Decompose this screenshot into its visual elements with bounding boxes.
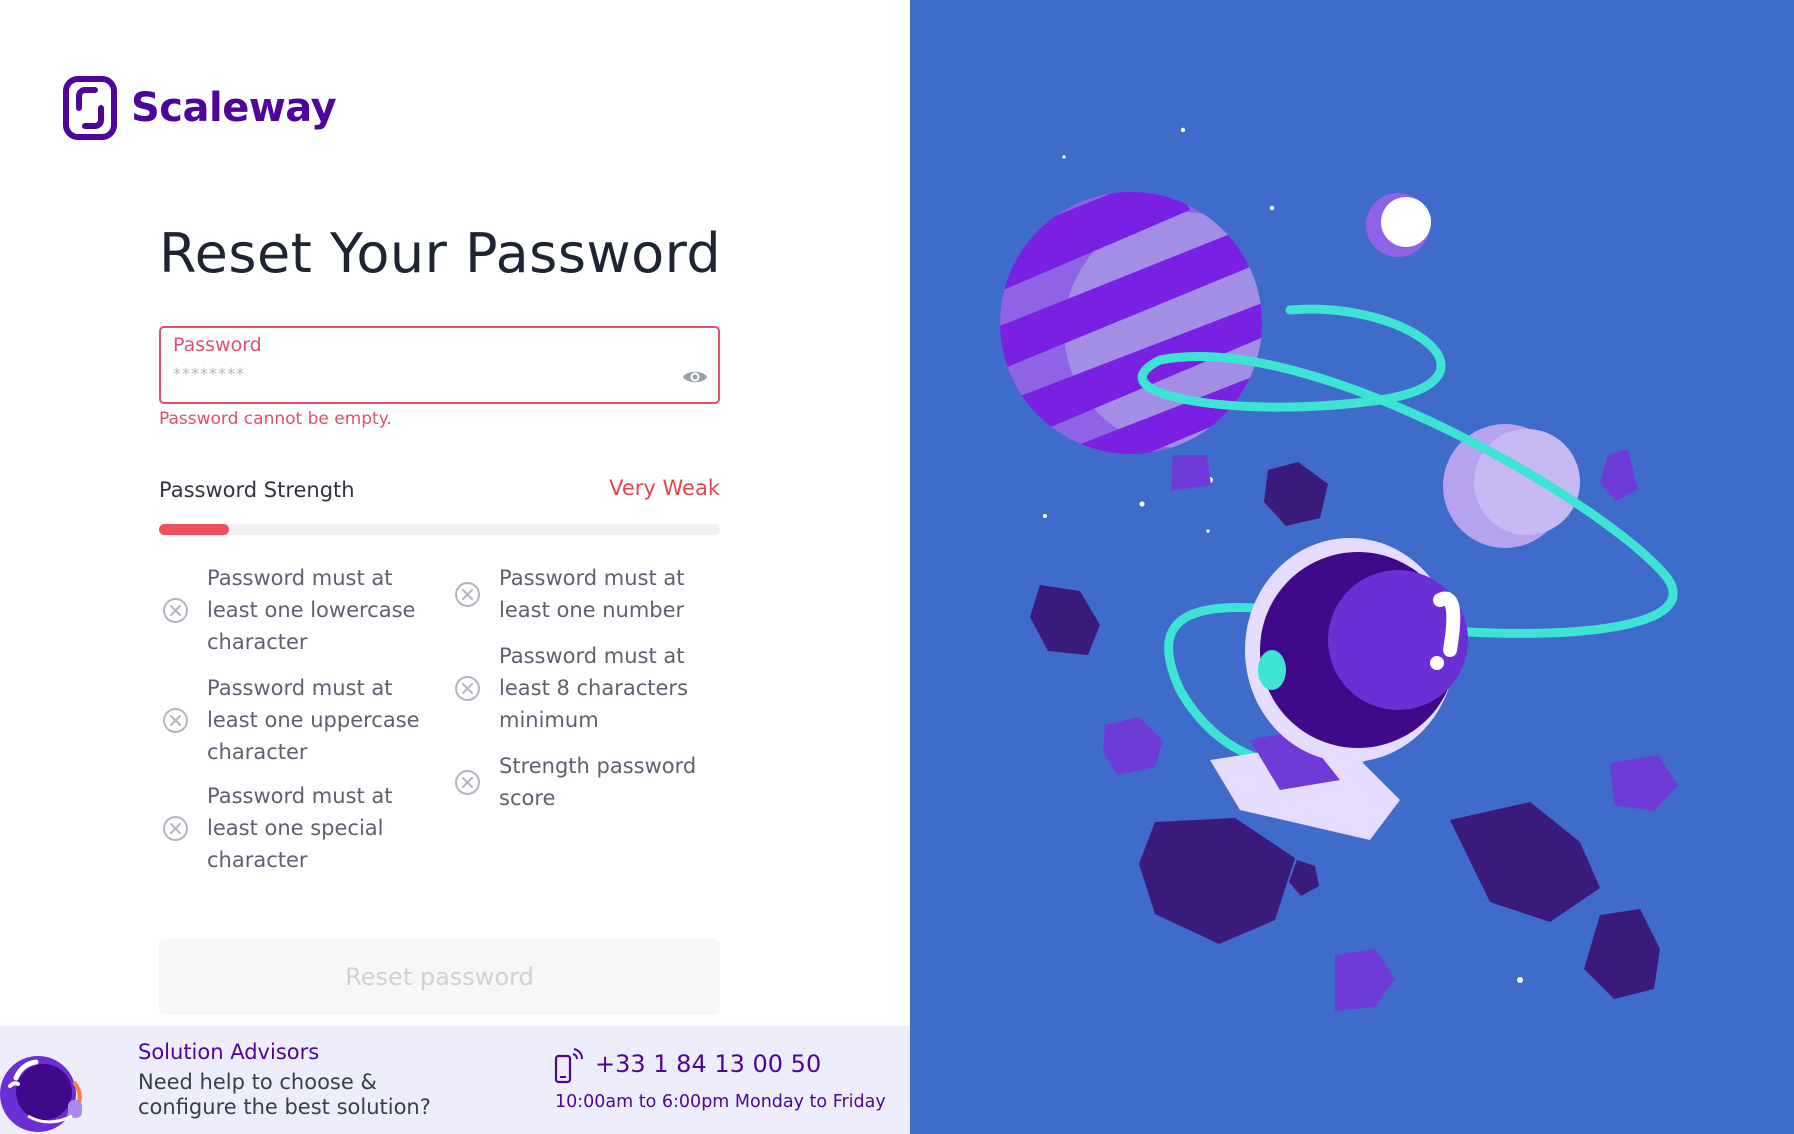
scaleway-logo-icon bbox=[63, 76, 117, 140]
password-input[interactable] bbox=[173, 364, 633, 383]
password-label: Password bbox=[173, 334, 262, 356]
space-astronaut-illustration bbox=[1000, 127, 1678, 1011]
eye-icon[interactable] bbox=[682, 368, 708, 386]
astronaut-surfer bbox=[1210, 538, 1468, 840]
solution-advisors-title: Solution Advisors bbox=[138, 1040, 320, 1064]
support-hours: 10:00am to 6:00pm Monday to Friday bbox=[555, 1092, 886, 1112]
rule-number: Password must at least one number bbox=[454, 562, 714, 626]
rule-text: Password must at least one number bbox=[499, 566, 685, 622]
rule-special: Password must at least one special chara… bbox=[162, 780, 422, 876]
striped-planet bbox=[1000, 192, 1262, 454]
x-circle-icon bbox=[163, 707, 188, 733]
x-circle-icon bbox=[455, 769, 480, 795]
x-circle-icon bbox=[455, 581, 480, 607]
rule-lowercase: Password must at least one lowercase cha… bbox=[162, 562, 422, 658]
page-title: Reset Your Password bbox=[159, 222, 722, 285]
reset-password-button[interactable]: Reset password bbox=[159, 939, 720, 1015]
password-field[interactable]: Password bbox=[159, 326, 720, 404]
rule-uppercase: Password must at least one uppercase cha… bbox=[162, 672, 422, 768]
password-strength-fill bbox=[159, 524, 230, 535]
x-circle-icon bbox=[455, 675, 480, 701]
password-strength-value: Very Weak bbox=[609, 476, 720, 500]
rule-strength-score: Strength password score bbox=[454, 750, 714, 814]
solution-advisors-banner: Solution Advisors Need help to choose & … bbox=[0, 1026, 910, 1134]
rule-text: Password must at least 8 characters mini… bbox=[499, 644, 689, 732]
rule-text: Password must at least one lowercase cha… bbox=[207, 566, 416, 654]
x-circle-icon bbox=[163, 597, 188, 623]
password-error-message: Password cannot be empty. bbox=[159, 409, 392, 429]
astronaut-advisor-icon bbox=[0, 1056, 82, 1132]
rule-text: Strength password score bbox=[499, 754, 697, 810]
x-circle-icon bbox=[163, 815, 188, 841]
rule-text: Password must at least one special chara… bbox=[207, 784, 393, 872]
rule-min-length: Password must at least 8 characters mini… bbox=[454, 640, 714, 736]
brand-name: Scaleway bbox=[131, 85, 337, 131]
login-panel: Scaleway Reset Your Password Password Pa… bbox=[0, 0, 910, 1134]
solution-advisors-description: Need help to choose & configure the best… bbox=[138, 1070, 431, 1119]
rule-text: Password must at least one uppercase cha… bbox=[207, 676, 420, 764]
mobile-phone-icon bbox=[554, 1048, 583, 1084]
password-strength-bar bbox=[159, 524, 720, 535]
space-illustration-panel bbox=[910, 0, 1794, 1134]
support-phone-number[interactable]: +33 1 84 13 00 50 bbox=[595, 1050, 821, 1078]
password-strength-label: Password Strength bbox=[159, 478, 355, 502]
scaleway-logo[interactable]: Scaleway bbox=[63, 76, 337, 140]
